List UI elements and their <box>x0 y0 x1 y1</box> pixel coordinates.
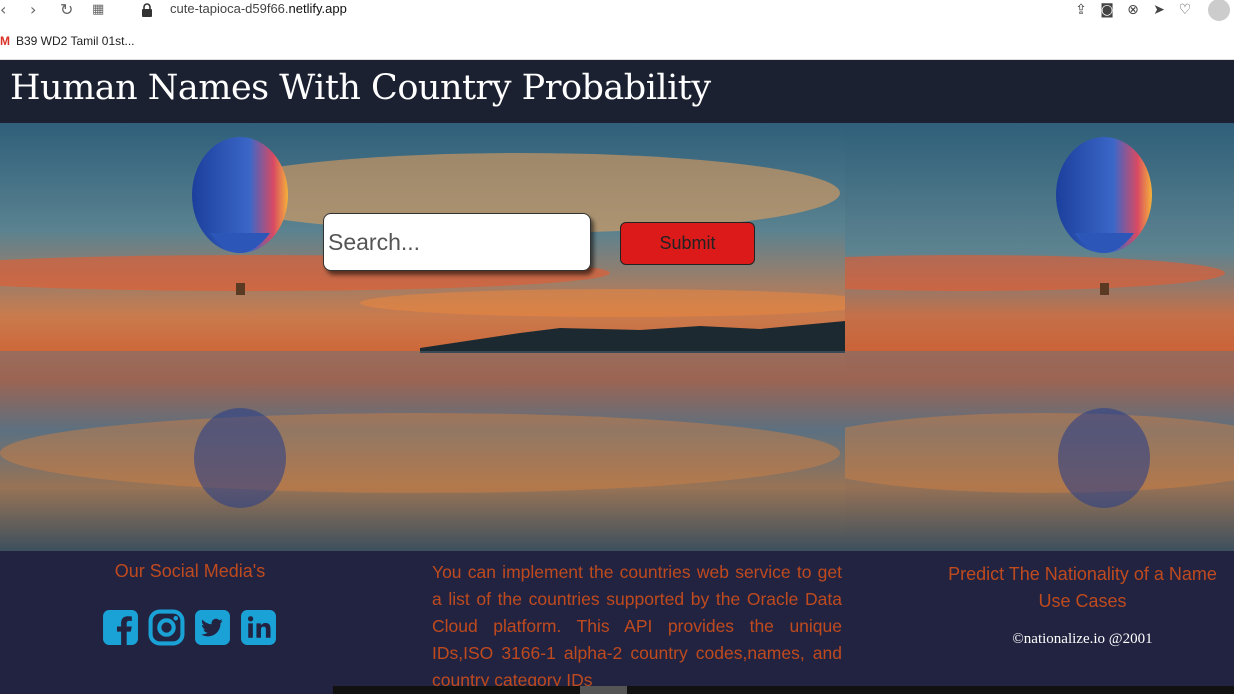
submit-button[interactable]: Submit <box>620 222 755 265</box>
page-title: Human Names With Country Probability <box>10 68 711 108</box>
forward-icon[interactable]: › <box>30 0 36 20</box>
lock-icon[interactable] <box>141 2 153 21</box>
bookmarks-bar: M B39 WD2 Tamil 01st... <box>0 22 1234 60</box>
predict-heading-title: Predict The Nationality of a Name <box>948 564 1217 584</box>
site-footer: Our Social Media's You can implement the… <box>0 551 1234 694</box>
block-icon[interactable]: ⊗ <box>1124 1 1142 19</box>
url-prefix: cute-tapioca-d59f66. <box>170 1 289 16</box>
bookmark-label: B39 WD2 Tamil 01st... <box>16 34 135 48</box>
bookmark-item[interactable]: M B39 WD2 Tamil 01st... <box>0 34 135 48</box>
reload-icon[interactable]: ↻ <box>60 0 73 20</box>
taskbar <box>333 686 1234 694</box>
taskbar-highlight <box>580 686 627 694</box>
share-icon[interactable]: ⇪ <box>1072 1 1090 19</box>
social-icons <box>102 609 277 646</box>
profile-avatar[interactable] <box>1208 0 1230 21</box>
facebook-icon[interactable] <box>102 609 139 646</box>
address-bar[interactable]: cute-tapioca-d59f66.netlify.app <box>170 1 347 16</box>
social-heading: Our Social Media's <box>114 561 266 581</box>
predict-heading-subtitle: Use Cases <box>1038 591 1127 611</box>
back-icon[interactable]: ‹ <box>0 0 6 20</box>
camera-icon[interactable]: ◙ <box>1098 1 1116 19</box>
instagram-icon[interactable] <box>148 609 185 646</box>
copyright-text: ©nationalize.io @2001 <box>1012 631 1153 647</box>
heart-icon[interactable]: ♡ <box>1176 1 1194 19</box>
apps-icon[interactable]: ▦ <box>92 0 104 20</box>
hero-background-image <box>0 123 845 551</box>
footer-description: You can implement the countries web serv… <box>432 562 842 690</box>
twitter-icon[interactable] <box>194 609 231 646</box>
search-input[interactable] <box>323 213 591 271</box>
site-header: Human Names With Country Probability <box>0 60 1234 123</box>
hero-side-image <box>845 123 1234 551</box>
linkedin-icon[interactable] <box>240 609 277 646</box>
gmail-icon: M <box>0 34 10 48</box>
predict-heading: Predict The Nationality of a Name Use Ca… <box>930 561 1234 615</box>
send-icon[interactable]: ➤ <box>1150 1 1168 19</box>
hero-section: Submit <box>0 123 1234 551</box>
url-domain: netlify.app <box>288 1 347 16</box>
browser-toolbar: ‹ › ↻ ▦ cute-tapioca-d59f66.netlify.app … <box>0 0 1234 22</box>
search-container <box>323 213 591 271</box>
